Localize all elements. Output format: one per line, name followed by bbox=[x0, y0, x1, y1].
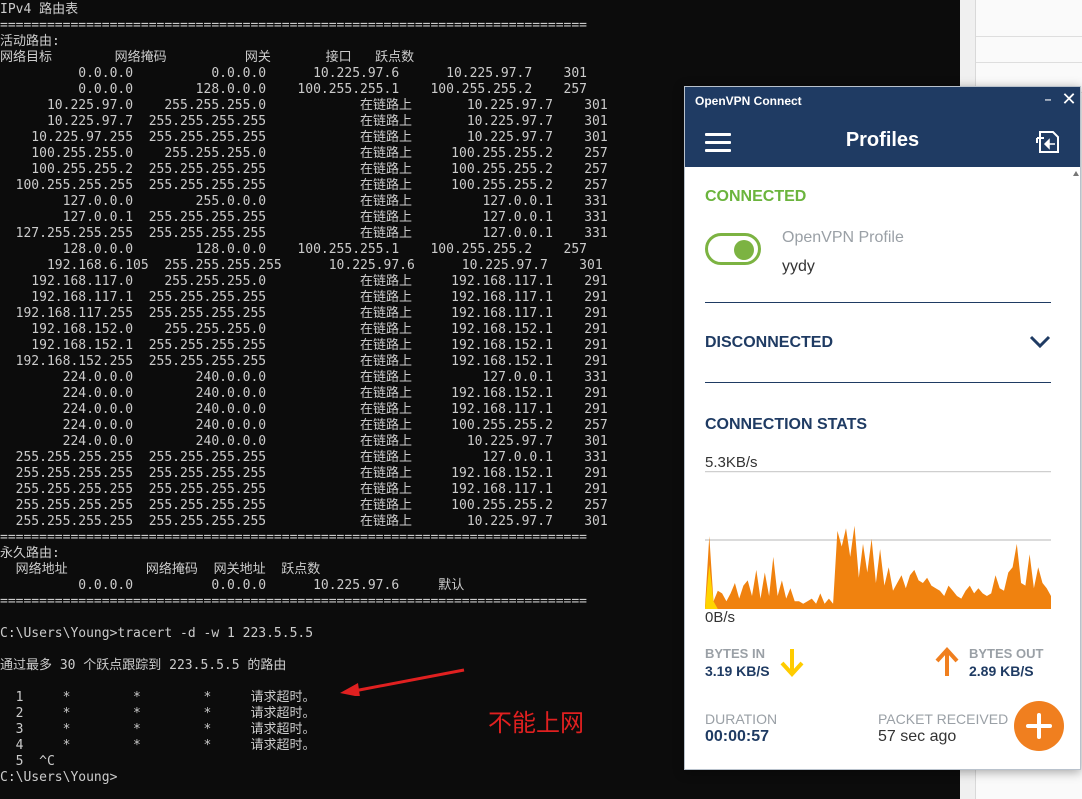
connection-stats-title: CONNECTION STATS bbox=[705, 416, 868, 433]
console-line: 128.0.0.0 128.0.0.0 100.255.255.1 100.25… bbox=[0, 242, 587, 257]
console-line: 永久路由: bbox=[0, 546, 60, 561]
duration-value: 00:00:57 bbox=[705, 728, 770, 745]
bytes-in-value: 3.19 KB/S bbox=[705, 663, 770, 679]
window-titlebar[interactable]: OpenVPN Connect – ✕ bbox=[685, 87, 1080, 117]
packet-received-label: PACKET RECEIVED bbox=[878, 711, 1009, 727]
console-line: 0.0.0.0 128.0.0.0 100.255.255.1 100.255.… bbox=[0, 82, 587, 97]
chevron-down-icon bbox=[1029, 335, 1051, 349]
profile-type: OpenVPN Profile bbox=[782, 229, 904, 246]
console-line: 0.0.0.0 0.0.0.0 10.225.97.6 默认 bbox=[0, 578, 465, 593]
page-title: Profiles bbox=[845, 129, 920, 151]
console-line: 192.168.117.0 255.255.255.0 在链路上 192.168… bbox=[0, 274, 608, 289]
console-line: ========================================… bbox=[0, 594, 587, 609]
console-line: 255.255.255.255 255.255.255.255 在链路上 100… bbox=[0, 498, 608, 513]
profile-name: yydy bbox=[782, 258, 815, 275]
console-line: 224.0.0.0 240.0.0.0 在链路上 127.0.0.1 331 bbox=[0, 370, 608, 385]
console-line: 5 ^C bbox=[0, 754, 55, 769]
graph-max-rate: 5.3KB/s bbox=[705, 454, 758, 471]
connected-status-label: CONNECTED bbox=[705, 188, 807, 205]
bytes-out-label: BYTES OUT bbox=[969, 646, 1044, 661]
console-line: 255.255.255.255 255.255.255.255 在链路上 127… bbox=[0, 450, 608, 465]
console-line: 192.168.152.255 255.255.255.255 在链路上 192… bbox=[0, 354, 608, 369]
close-button[interactable]: ✕ bbox=[1061, 89, 1077, 111]
upload-arrow-icon bbox=[935, 647, 959, 676]
console-line: 255.255.255.255 255.255.255.255 在链路上 192… bbox=[0, 466, 608, 481]
divider bbox=[705, 302, 1051, 303]
graph-min-rate: 0B/s bbox=[705, 609, 736, 626]
console-line: 127.0.0.0 255.0.0.0 在链路上 127.0.0.1 331 bbox=[0, 194, 608, 209]
console-line: 224.0.0.0 240.0.0.0 在链路上 192.168.152.1 2… bbox=[0, 386, 608, 401]
console-line: 192.168.117.1 255.255.255.255 在链路上 192.1… bbox=[0, 290, 608, 305]
console-line: 网络目标 网络掩码 网关 接口 跃点数 bbox=[0, 50, 415, 65]
import-profile-icon[interactable] bbox=[1036, 129, 1062, 155]
divider bbox=[976, 62, 1082, 63]
packet-received-value: 57 sec ago bbox=[878, 728, 957, 745]
disconnected-section-toggle[interactable]: DISCONNECTED bbox=[685, 319, 1065, 369]
console-line: 网络地址 网络掩码 网关地址 跃点数 bbox=[0, 562, 321, 577]
duration-label: DURATION bbox=[705, 711, 778, 727]
divider bbox=[705, 382, 1051, 383]
console-line: 10.225.97.255 255.255.255.255 在链路上 10.22… bbox=[0, 130, 608, 145]
console-line: 255.255.255.255 255.255.255.255 在链路上 10.… bbox=[0, 514, 608, 529]
add-profile-button[interactable] bbox=[1014, 701, 1064, 751]
console-line: 192.168.152.0 255.255.255.0 在链路上 192.168… bbox=[0, 322, 608, 337]
bytes-in-label: BYTES IN bbox=[705, 646, 765, 661]
bytes-out-series bbox=[705, 525, 1051, 609]
console-line: 255.255.255.255 255.255.255.255 在链路上 192… bbox=[0, 482, 608, 497]
console-line: 10.225.97.7 255.255.255.255 在链路上 10.225.… bbox=[0, 114, 608, 129]
console-line: 100.255.255.2 255.255.255.255 在链路上 100.2… bbox=[0, 162, 608, 177]
divider bbox=[976, 36, 1082, 37]
minimize-button[interactable]: – bbox=[1040, 90, 1056, 110]
scrollbar[interactable] bbox=[1072, 167, 1080, 771]
console-line: ========================================… bbox=[0, 18, 587, 33]
console-line: 100.255.255.0 255.255.255.0 在链路上 100.255… bbox=[0, 146, 608, 161]
window-title: OpenVPN Connect bbox=[695, 94, 802, 108]
openvpn-window: OpenVPN Connect – ✕ Profiles CONNECTED O… bbox=[684, 86, 1081, 770]
console-line: ========================================… bbox=[0, 530, 587, 545]
console-line: 127.255.255.255 255.255.255.255 在链路上 127… bbox=[0, 226, 608, 241]
bytes-out-value: 2.89 KB/S bbox=[969, 663, 1034, 679]
console-output: IPv4 路由表 ================================… bbox=[0, 2, 608, 786]
app-header: Profiles bbox=[685, 117, 1080, 167]
console-line: 127.0.0.1 255.255.255.255 在链路上 127.0.0.1… bbox=[0, 210, 608, 225]
console-line: 0.0.0.0 0.0.0.0 10.225.97.6 10.225.97.7 … bbox=[0, 66, 587, 81]
console-line: 活动路由: bbox=[0, 34, 60, 49]
console-line: 通过最多 30 个跃点跟踪到 223.5.5.5 的路由 bbox=[0, 658, 287, 673]
console-line: 224.0.0.0 240.0.0.0 在链路上 10.225.97.7 301 bbox=[0, 434, 608, 449]
annotation-arrow bbox=[340, 668, 465, 696]
console-line: 192.168.152.1 255.255.255.255 在链路上 192.1… bbox=[0, 338, 608, 353]
console-line: 100.255.255.255 255.255.255.255 在链路上 100… bbox=[0, 178, 608, 193]
console-line: C:\Users\Young>tracert -d -w 1 223.5.5.5 bbox=[0, 626, 314, 641]
console-line: 10.225.97.0 255.255.255.0 在链路上 10.225.97… bbox=[0, 98, 608, 113]
console-line: 192.168.6.105 255.255.255.255 10.225.97.… bbox=[0, 258, 603, 273]
throughput-graph bbox=[705, 471, 1051, 609]
console-line: C:\Users\Young> bbox=[0, 770, 118, 785]
console-line: 192.168.117.255 255.255.255.255 在链路上 192… bbox=[0, 306, 608, 321]
console-line: 224.0.0.0 240.0.0.0 在链路上 100.255.255.2 2… bbox=[0, 418, 608, 433]
download-arrow-icon bbox=[780, 649, 804, 677]
disconnected-label: DISCONNECTED bbox=[705, 334, 834, 351]
connection-toggle[interactable] bbox=[705, 233, 761, 265]
console-line: IPv4 路由表 bbox=[0, 2, 79, 17]
console-line: 4 * * * 请求超时。 bbox=[0, 738, 316, 753]
console-line: 224.0.0.0 240.0.0.0 在链路上 192.168.117.1 2… bbox=[0, 402, 608, 417]
annotation-text: 不能上网 bbox=[488, 709, 584, 737]
